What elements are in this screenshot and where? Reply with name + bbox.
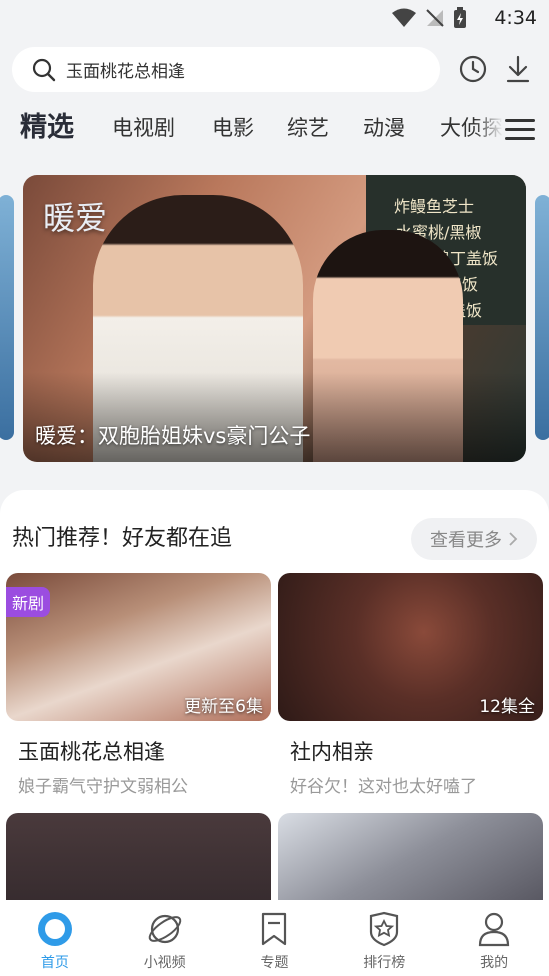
section-title: 热门推荐！好友都在追 [12, 526, 233, 551]
category-menu-button[interactable] [505, 112, 539, 146]
episode-status: 更新至6集 [184, 697, 263, 717]
video-title: 社内相亲 [290, 740, 374, 764]
search-input[interactable]: 玉面桃花总相逢 [12, 47, 440, 92]
battery-charging-icon [454, 7, 466, 28]
history-button[interactable] [455, 51, 491, 87]
banner-caption: 暖爱：双胞胎姐妹vs豪门公子 [35, 424, 311, 448]
status-time: 4:34 [494, 7, 537, 29]
chevron-right-icon [509, 532, 518, 546]
banner-next-peek[interactable] [535, 195, 549, 440]
status-icons [391, 7, 467, 29]
video-subtitle: 娘子霸气守护文弱相公 [18, 777, 188, 797]
download-icon [506, 55, 530, 83]
download-button[interactable] [500, 51, 536, 87]
banner-slide[interactable]: 炸鳗鱼芝士 水蜜桃/黑椒 咖喱鸡丁盖饭 茄肉盖饭 黄焖鸡盖饭 暖爱 暖爱：双胞胎… [23, 175, 526, 462]
nav-home-label: 首页 [40, 955, 69, 971]
home-ring-icon [37, 912, 72, 946]
hot-recommend-section: 热门推荐！好友都在追 查看更多 新剧 更新至6集 玉面桃花总相逢 娘子霸气守护文… [0, 490, 549, 961]
status-bar: 4:34 [0, 0, 549, 38]
planet-icon [148, 914, 181, 944]
nav-ranking-label: 排行榜 [363, 955, 406, 971]
nav-topics-label: 专题 [260, 955, 289, 971]
nav-ranking[interactable]: 排行榜 [329, 900, 439, 976]
nav-profile-label: 我的 [480, 955, 509, 971]
tab-fade [475, 104, 503, 152]
episode-status: 12集全 [479, 697, 535, 717]
tab-movies[interactable]: 电影 [212, 104, 254, 152]
tab-tv-series[interactable]: 电视剧 [112, 104, 175, 152]
tab-anime[interactable]: 动漫 [363, 104, 405, 152]
video-thumbnail: 12集全 [278, 573, 543, 721]
banner-prev-peek[interactable] [0, 195, 14, 440]
see-more-button[interactable]: 查看更多 [411, 518, 537, 560]
new-series-badge: 新剧 [6, 587, 51, 617]
video-card[interactable]: 新剧 更新至6集 玉面桃花总相逢 娘子霸气守护文弱相公 [6, 573, 271, 797]
search-placeholder: 玉面桃花总相逢 [66, 62, 185, 82]
person-icon [478, 912, 510, 947]
video-title: 玉面桃花总相逢 [18, 740, 165, 764]
star-shield-icon [370, 911, 399, 947]
search-icon [32, 58, 56, 81]
nav-profile[interactable]: 我的 [439, 900, 549, 976]
tab-variety[interactable]: 综艺 [287, 104, 329, 152]
banner-show-logo: 暖爱 [43, 199, 108, 237]
bookmark-icon [262, 912, 287, 946]
video-card[interactable]: 12集全 社内相亲 好谷欠！这对也太好嗑了 [278, 573, 543, 797]
video-thumbnail: 新剧 更新至6集 [6, 573, 271, 721]
nav-home[interactable]: 首页 [0, 900, 110, 976]
wifi-icon [392, 8, 416, 27]
bottom-nav: 首页 小视频 专题 排行榜 我的 [0, 900, 549, 976]
nav-topics[interactable]: 专题 [220, 900, 330, 976]
menu-icon-line [505, 127, 535, 131]
nav-short-video-label: 小视频 [143, 955, 186, 971]
chalkboard-text: 炸鳗鱼芝士 [394, 197, 475, 216]
video-subtitle: 好谷欠！这对也太好嗑了 [290, 777, 477, 797]
category-tabs: 精选 电视剧 电影 综艺 动漫 大侦探 [0, 104, 549, 152]
clock-icon [459, 55, 487, 83]
see-more-label: 查看更多 [430, 530, 502, 551]
nav-short-video[interactable]: 小视频 [110, 900, 220, 976]
menu-icon-line [505, 136, 535, 140]
no-signal-icon [426, 9, 444, 27]
tab-featured[interactable]: 精选 [20, 104, 74, 152]
menu-icon [505, 118, 535, 122]
